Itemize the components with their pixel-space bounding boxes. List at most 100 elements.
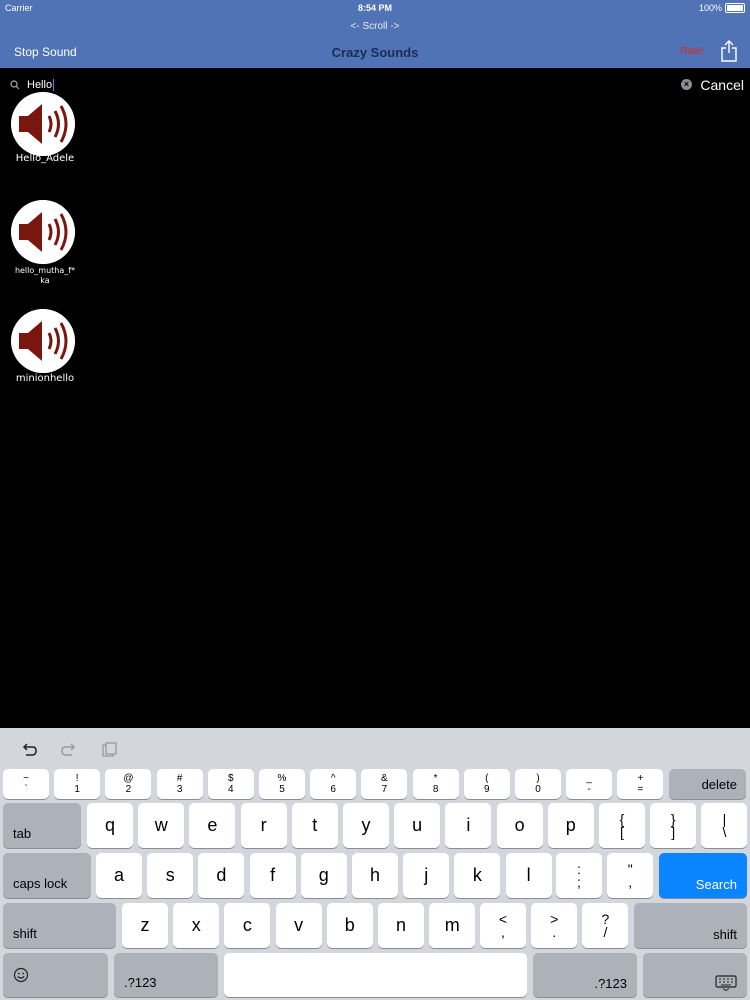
space-bar[interactable] (224, 953, 527, 997)
key-lower-char: / (603, 923, 608, 940)
letter-key-m[interactable]: m (429, 903, 476, 948)
search-key[interactable]: Search (659, 853, 747, 898)
speaker-icon[interactable] (11, 92, 75, 156)
caps-lock-key[interactable]: caps lock (3, 853, 91, 898)
speaker-icon[interactable] (11, 200, 75, 264)
key-lower-char: 1 (74, 784, 80, 795)
paste-icon[interactable] (100, 742, 118, 758)
symbol-key[interactable]: ", (607, 853, 654, 898)
letter-key-t[interactable]: t (291, 803, 338, 848)
letter-key-n[interactable]: n (378, 903, 424, 948)
symbol-key[interactable]: <, (480, 903, 526, 948)
key-upper-char: _ (586, 773, 592, 784)
letter-key-d[interactable]: d (198, 853, 245, 898)
number-key[interactable]: & 7 (361, 769, 408, 799)
key-lower-char: 0 (535, 784, 541, 795)
keyboard-toolbar (0, 728, 750, 768)
letter-key-f[interactable]: f (249, 853, 296, 898)
speaker-icon[interactable] (11, 309, 75, 373)
symbol-key[interactable]: {[ (599, 803, 645, 848)
letter-key-r[interactable]: r (240, 803, 287, 848)
letter-key-h[interactable]: h (352, 853, 398, 898)
shift-key-right[interactable]: shift (634, 903, 747, 948)
number-key[interactable]: #3 (156, 769, 203, 799)
app-header: Carrier 8:54 PM 100% <- Scroll -> Stop S… (0, 0, 750, 68)
number-key[interactable]: $4 (207, 769, 254, 799)
numbers-switch-key-left[interactable]: .?123 (114, 953, 218, 997)
number-key[interactable]: _ - (566, 769, 613, 799)
letter-key-j[interactable]: j (403, 853, 450, 898)
rate-button[interactable]: Rate! (680, 46, 704, 57)
symbol-key[interactable]: }] (650, 803, 697, 848)
number-key[interactable]: * 8 (412, 769, 459, 799)
redo-icon[interactable] (60, 742, 78, 758)
text-caret (53, 79, 55, 92)
search-value: Hello (27, 79, 53, 91)
key-upper-char: $ (228, 773, 234, 784)
letter-key-x[interactable]: x (173, 903, 220, 948)
status-bar: Carrier 8:54 PM 100% (0, 0, 750, 16)
letter-key-l[interactable]: l (505, 853, 552, 898)
number-key[interactable]: ) 0 (515, 769, 561, 799)
letter-key-a[interactable]: a (96, 853, 142, 898)
symbol-key[interactable]: :; (556, 853, 602, 898)
key-lower-char: 5 (279, 784, 285, 795)
number-key[interactable]: @2 (105, 769, 152, 799)
scroll-hint[interactable]: <- Scroll -> (0, 21, 750, 32)
numbers-switch-key-right[interactable]: .?123 (533, 953, 637, 997)
delete-key[interactable]: delete (669, 769, 746, 799)
number-key[interactable]: ^ 6 (310, 769, 357, 799)
num-switch-label: .?123 (124, 975, 157, 990)
clear-search-icon[interactable]: × (681, 79, 692, 90)
number-key[interactable]: % 5 (259, 769, 305, 799)
caps-label: caps lock (13, 876, 68, 891)
key-lower-char: ; (577, 873, 581, 890)
symbol-key[interactable]: ? / (582, 903, 629, 948)
shift-key-left[interactable]: shift (3, 903, 116, 948)
share-icon[interactable] (720, 40, 738, 62)
letter-key-b[interactable]: b (326, 903, 373, 948)
shift-label: shift (713, 927, 737, 942)
letter-key-e[interactable]: e (189, 803, 236, 848)
number-key[interactable]: ! 1 (54, 769, 101, 799)
key-lower-char: , (501, 923, 505, 940)
key-lower-char: 3 (176, 784, 183, 795)
sound-label: minionhello (15, 373, 75, 384)
key-upper-char: ( (485, 773, 489, 784)
key-upper-char: * (433, 773, 438, 784)
number-key[interactable]: + = (617, 769, 664, 799)
letter-key-z[interactable]: z (122, 903, 168, 948)
undo-icon[interactable] (20, 742, 38, 758)
letter-key-i[interactable]: i (445, 803, 492, 848)
key-lower-char: ] (671, 823, 676, 840)
letter-key-o[interactable]: o (496, 803, 543, 848)
cancel-button[interactable]: Cancel (700, 77, 744, 93)
key-lower-char: \ (722, 823, 727, 840)
hide-keyboard-key[interactable] (643, 953, 747, 997)
key-lower-char: 2 (125, 784, 132, 795)
letter-key-v[interactable]: v (275, 903, 322, 948)
letter-key-u[interactable]: u (394, 803, 441, 848)
search-key-label: Search (695, 877, 737, 892)
letter-key-w[interactable]: w (138, 803, 185, 848)
key-lower-char: , (628, 873, 633, 890)
symbol-key[interactable]: >. (531, 903, 578, 948)
letter-key-g[interactable]: g (300, 853, 347, 898)
emoji-key[interactable] (3, 953, 108, 997)
symbol-key[interactable]: | \ (701, 803, 748, 848)
tab-key[interactable]: tab (3, 803, 81, 848)
battery-percent: 100% (698, 3, 722, 13)
search-input[interactable]: Hello (27, 79, 55, 92)
sound-label-line2: ka (40, 276, 50, 285)
key-lower-char: = (637, 784, 644, 795)
letter-key-k[interactable]: k (454, 853, 501, 898)
letter-key-p[interactable]: p (547, 803, 594, 848)
sound-label: Hello_Adele (15, 153, 75, 164)
letter-key-c[interactable]: c (224, 903, 271, 948)
letter-key-s[interactable]: s (147, 853, 194, 898)
keyboard-hide-icon (715, 975, 737, 991)
number-key[interactable]: (9 (463, 769, 510, 799)
letter-key-y[interactable]: y (343, 803, 389, 848)
letter-key-q[interactable]: q (87, 803, 133, 848)
number-key[interactable]: ~ ` (3, 769, 49, 799)
